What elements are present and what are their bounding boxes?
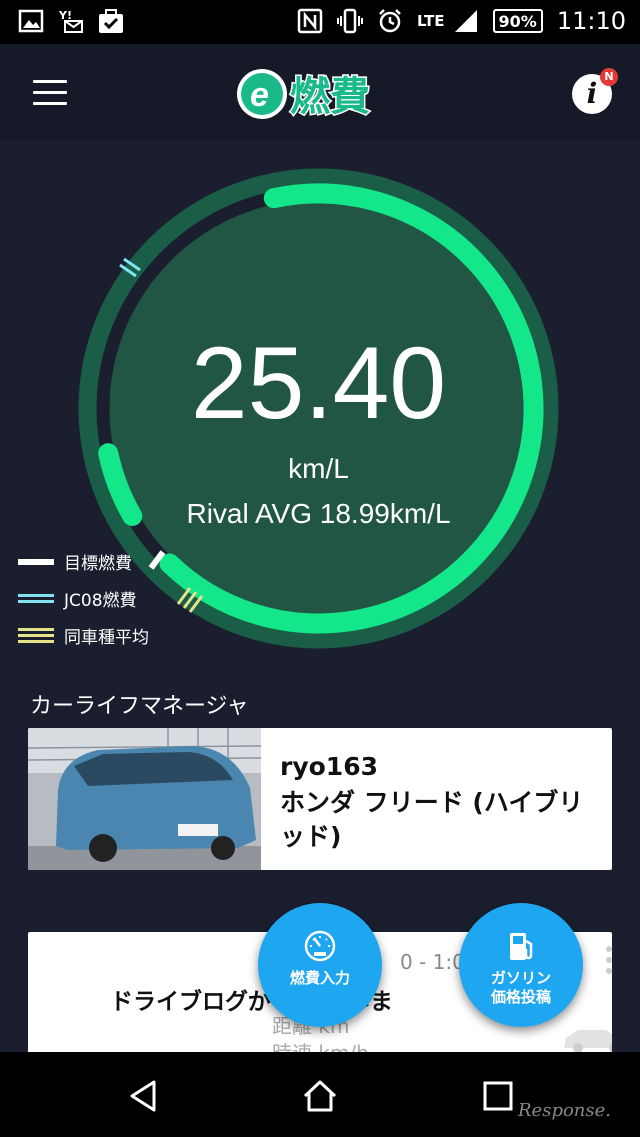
car-model-name: ホンダ フリード (ハイブリッド) xyxy=(280,788,584,851)
fuel-input-label: 燃費入力 xyxy=(289,969,350,987)
legend-label: 目標燃費 xyxy=(64,554,132,574)
status-bar: Y! LTE 90% 11:10 xyxy=(0,0,640,44)
app-bar: e 燃費 iN xyxy=(0,44,640,140)
section-title-car-life: カーライフマネージャ xyxy=(30,694,249,719)
car-icon xyxy=(564,1030,612,1053)
car-photo xyxy=(28,728,261,870)
legend-label: JC08燃費 xyxy=(64,591,137,611)
legend-item-same-model: 同車種平均 xyxy=(18,617,149,654)
status-clock: 11:10 xyxy=(556,7,626,35)
svg-text:e: e xyxy=(250,76,269,114)
more-options-icon[interactable] xyxy=(606,946,612,974)
legend-swatch xyxy=(18,594,54,603)
back-icon[interactable] xyxy=(124,1076,164,1116)
system-nav-bar xyxy=(0,1052,640,1137)
fuel-economy-unit: km/L xyxy=(288,453,349,484)
gas-pump-icon xyxy=(510,933,533,960)
legend-item-target: 目標燃費 xyxy=(18,543,149,580)
rival-average: Rival AVG 18.99km/L xyxy=(186,498,451,529)
gas-price-post-button[interactable]: ガソリン 価格投稿 xyxy=(459,903,583,1027)
signal-icon xyxy=(454,10,477,32)
legend-swatch xyxy=(18,558,54,565)
fuel-input-button[interactable]: 燃費入力 xyxy=(258,903,382,1027)
gas-price-label-line1: ガソリン xyxy=(490,969,551,987)
notification-badge: N xyxy=(600,68,618,86)
legend-item-jc08: JC08燃費 xyxy=(18,580,149,617)
gauge-legend: 目標燃費 JC08燃費 同車種平均 xyxy=(18,543,149,654)
nfc-icon xyxy=(297,8,323,34)
home-icon[interactable] xyxy=(300,1076,340,1116)
app-logo: e 燃費 xyxy=(237,69,372,122)
legend-label: 同車種平均 xyxy=(64,628,149,648)
briefcase-check-icon xyxy=(99,9,123,33)
fuel-economy-value: 25.40 xyxy=(190,326,447,440)
info-button[interactable]: iN xyxy=(572,68,618,114)
gas-price-label-line2: 価格投稿 xyxy=(490,988,551,1006)
battery-indicator: 90% xyxy=(492,9,543,33)
speedometer-icon xyxy=(304,930,336,962)
car-card[interactable]: ryo163 ホンダ フリード (ハイブリッド) xyxy=(28,728,612,870)
network-type: LTE xyxy=(416,12,445,30)
vibrate-icon xyxy=(336,8,363,34)
recent-apps-icon[interactable] xyxy=(478,1076,518,1116)
menu-icon[interactable] xyxy=(33,80,67,106)
alarm-icon xyxy=(379,9,401,33)
car-owner-name: ryo163 xyxy=(280,752,378,781)
yahoo-mail-icon: Y! xyxy=(58,9,83,33)
image-icon xyxy=(18,9,44,33)
legend-swatch xyxy=(18,628,54,643)
logo-text: 燃費 xyxy=(290,74,370,120)
watermark: Response. xyxy=(518,1100,612,1121)
